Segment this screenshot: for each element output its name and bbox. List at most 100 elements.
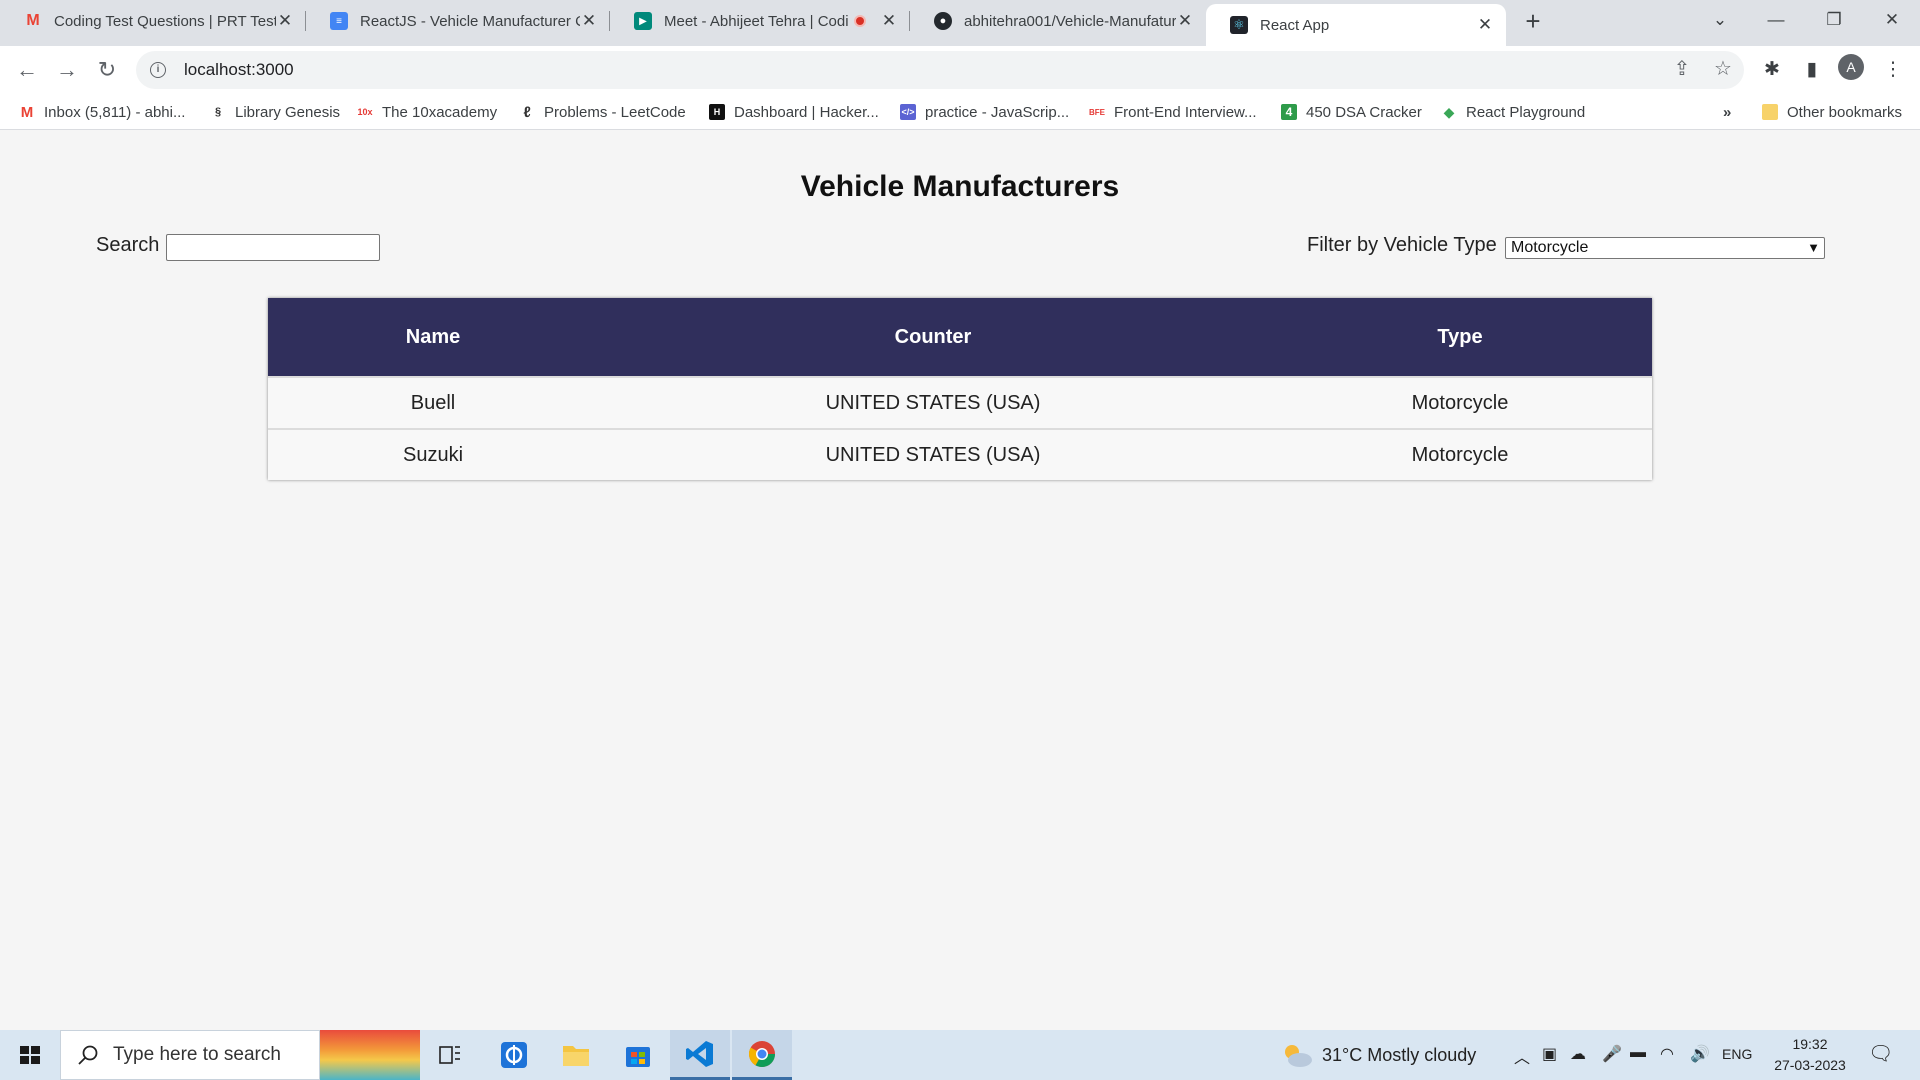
- minimize-button[interactable]: —: [1748, 0, 1804, 40]
- store-icon: [626, 1047, 650, 1067]
- share-icon[interactable]: ⇪: [1667, 54, 1697, 84]
- bookmark-item[interactable]: BFE Front-End Interview...: [1089, 101, 1257, 123]
- taskbar-app-file-explorer[interactable]: [546, 1030, 606, 1080]
- tenx-icon: 10x: [357, 107, 373, 117]
- gmail-icon: M: [26, 12, 40, 29]
- wifi-icon[interactable]: ◠: [1660, 1044, 1674, 1064]
- tab-google-docs[interactable]: ≡ ReactJS - Vehicle Manufacturer C ✕: [306, 0, 610, 42]
- page-content: Vehicle Manufacturers Search Filter by V…: [0, 130, 1920, 1030]
- bookmark-item[interactable]: ◆ React Playground: [1441, 101, 1586, 123]
- search-highlight-art[interactable]: [320, 1030, 420, 1080]
- close-icon[interactable]: ✕: [880, 11, 898, 31]
- start-button[interactable]: [0, 1030, 60, 1080]
- tab-title: ReactJS - Vehicle Manufacturer C: [360, 12, 580, 30]
- chevron-up-icon[interactable]: ︿: [1514, 1044, 1530, 1068]
- bookmark-label: Library Genesis: [235, 103, 341, 121]
- bookmarks-overflow-button[interactable]: »: [1723, 101, 1731, 123]
- address-bar[interactable]: i localhost:3000: [136, 51, 1744, 89]
- vehicle-type-select[interactable]: Motorcycle ▼: [1505, 237, 1825, 259]
- taskbar-app-control-panel[interactable]: [484, 1030, 544, 1080]
- bookmark-item[interactable]: 10x The 10xacademy: [357, 101, 497, 123]
- folder-icon: [563, 1046, 589, 1066]
- bookmark-item[interactable]: 4 450 DSA Cracker: [1281, 101, 1422, 123]
- page-title: Vehicle Manufacturers: [800, 170, 1120, 203]
- chevron-down-icon: ▼: [1807, 240, 1820, 255]
- bookmark-item[interactable]: M Inbox (5,811) - abhi...: [19, 101, 186, 123]
- profile-avatar[interactable]: A: [1838, 54, 1864, 80]
- libgen-icon: §: [214, 106, 222, 118]
- cell-type: Motorcycle: [1411, 391, 1509, 414]
- cell-counter: UNITED STATES (USA): [825, 391, 1041, 414]
- bookmark-item[interactable]: § Library Genesis: [210, 101, 340, 123]
- tab-google-meet[interactable]: ▶ Meet - Abhijeet Tehra | Codi ✕: [610, 0, 910, 42]
- bookmarks-bar: M Inbox (5,811) - abhi... § Library Gene…: [0, 94, 1920, 130]
- close-icon[interactable]: ✕: [1476, 15, 1494, 35]
- microphone-icon[interactable]: 🎤: [1602, 1044, 1622, 1064]
- bookmark-label: Problems - LeetCode: [544, 103, 686, 121]
- tab-react-app[interactable]: ⚛ React App ✕: [1206, 4, 1506, 46]
- bookmark-label: React Playground: [1466, 103, 1586, 121]
- extensions-icon[interactable]: ✱: [1757, 55, 1787, 85]
- tab-github[interactable]: ● abhitehra001/Vehicle-Manufatur ✕: [910, 0, 1206, 42]
- bookmark-label: Front-End Interview...: [1114, 103, 1257, 121]
- language-indicator[interactable]: ENG: [1722, 1046, 1752, 1062]
- tab-title: Coding Test Questions | PRT Test: [54, 12, 276, 30]
- filter-label: Filter by Vehicle Type: [1307, 234, 1497, 256]
- cell-name: Buell: [410, 391, 456, 414]
- bookmark-star-icon[interactable]: ☆: [1708, 54, 1738, 84]
- close-icon[interactable]: ✕: [580, 11, 598, 31]
- table-header: Name Counter Type: [268, 298, 1652, 376]
- windows-logo-icon: [20, 1046, 40, 1064]
- back-button[interactable]: ←: [11, 54, 43, 86]
- windows-taskbar: Type here to search 31°C Mostly cloudy ︿…: [0, 1030, 1920, 1080]
- taskbar-app-vscode[interactable]: [670, 1030, 730, 1080]
- close-icon[interactable]: ✕: [276, 11, 294, 31]
- onedrive-icon[interactable]: ☁: [1570, 1044, 1586, 1064]
- google-docs-icon: ≡: [330, 12, 348, 30]
- side-panel-icon[interactable]: ▮: [1797, 55, 1827, 85]
- header-type: Type: [1437, 325, 1483, 348]
- bfe-icon: BFE: [1089, 107, 1105, 117]
- recording-icon: [854, 15, 866, 27]
- taskbar-search[interactable]: Type here to search: [60, 1030, 320, 1080]
- weather-text: 31°C Mostly cloudy: [1322, 1044, 1477, 1065]
- bookmark-item[interactable]: </> practice - JavaScrip...: [900, 101, 1069, 123]
- window-close-button[interactable]: ✕: [1864, 0, 1920, 40]
- battery-icon[interactable]: ▬: [1630, 1044, 1646, 1062]
- volume-icon[interactable]: 🔊: [1690, 1044, 1710, 1064]
- restore-button[interactable]: ❐: [1806, 0, 1862, 40]
- bookmark-item[interactable]: ℓ Problems - LeetCode: [519, 101, 686, 123]
- four-icon: 4: [1281, 104, 1297, 120]
- close-icon[interactable]: ✕: [1176, 11, 1194, 31]
- other-bookmarks[interactable]: Other bookmarks: [1762, 101, 1902, 123]
- leetcode-icon: ℓ: [523, 103, 531, 121]
- gmail-icon: M: [20, 103, 34, 121]
- control-panel-icon: [501, 1042, 527, 1068]
- system-clock[interactable]: 19:32 27-03-2023: [1770, 1034, 1850, 1076]
- task-view-button[interactable]: [420, 1030, 480, 1080]
- site-info-icon[interactable]: i: [150, 62, 166, 78]
- bookmark-item[interactable]: H Dashboard | Hacker...: [709, 101, 879, 123]
- react-icon: ⚛: [1230, 16, 1248, 34]
- forward-button[interactable]: →: [51, 54, 83, 86]
- reload-button[interactable]: ↻: [91, 54, 123, 86]
- new-tab-button[interactable]: +: [1520, 6, 1546, 36]
- search-icon: [78, 1045, 98, 1065]
- taskbar-app-chrome[interactable]: [732, 1030, 792, 1080]
- cell-type: Motorcycle: [1411, 443, 1509, 466]
- weather-widget[interactable]: 31°C Mostly cloudy: [1280, 1042, 1476, 1068]
- address-url: localhost:3000: [184, 60, 294, 79]
- bookmark-label: 450 DSA Cracker: [1306, 103, 1422, 121]
- tab-search-chevron-icon[interactable]: ⌄: [1692, 0, 1748, 40]
- tab-gmail[interactable]: M Coding Test Questions | PRT Test ✕: [0, 0, 306, 42]
- folder-icon: [1762, 104, 1778, 120]
- notifications-icon[interactable]: 🗨: [1868, 1041, 1893, 1066]
- chrome-icon: [748, 1040, 776, 1067]
- search-input[interactable]: [166, 234, 380, 261]
- tab-title: React App: [1260, 16, 1330, 34]
- taskbar-app-store[interactable]: [608, 1030, 668, 1080]
- menu-icon[interactable]: ⋮: [1878, 55, 1908, 85]
- other-bookmarks-label: Other bookmarks: [1787, 103, 1903, 121]
- vehicle-type-selected: Motorcycle: [1511, 239, 1589, 256]
- meet-now-icon[interactable]: ▣: [1542, 1044, 1557, 1064]
